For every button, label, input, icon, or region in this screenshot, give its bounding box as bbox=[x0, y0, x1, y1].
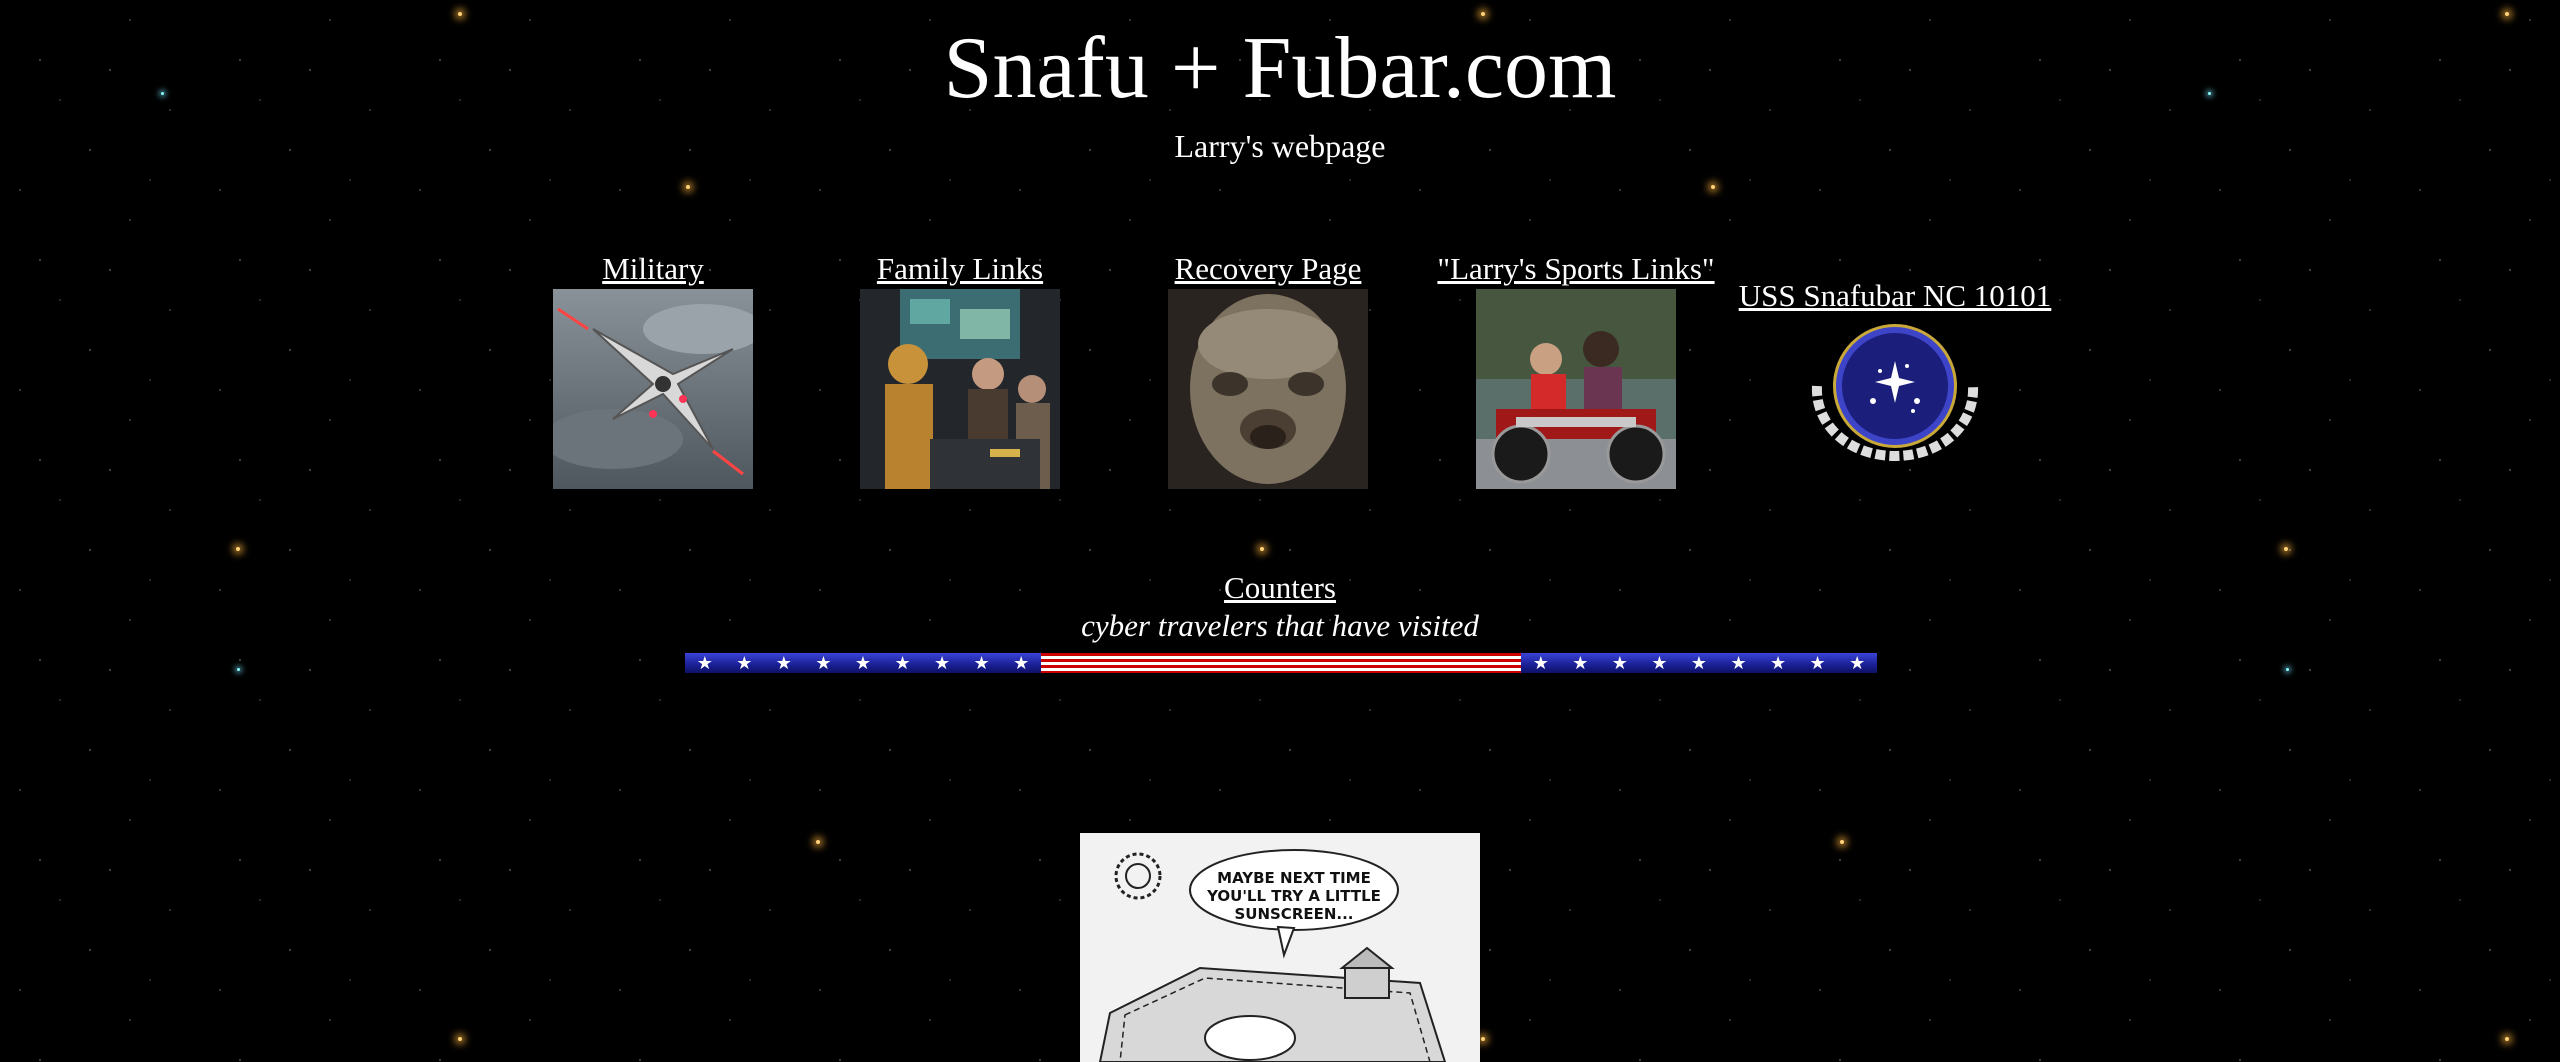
page-subtitle: Larry's webpage bbox=[1174, 128, 1386, 164]
x-wing-fighter-photo[interactable] bbox=[553, 289, 753, 489]
nav-link-recovery-page[interactable]: Recovery Page bbox=[1168, 249, 1368, 289]
star-decoration bbox=[2286, 668, 2289, 671]
counters-caption: cyber travelers that have visited bbox=[1081, 608, 1479, 643]
nav-item-recovery-page[interactable]: Recovery Page bbox=[1168, 249, 1368, 489]
star-decoration bbox=[2505, 1037, 2509, 1041]
star-decoration bbox=[2284, 547, 2288, 551]
nav-item-military[interactable]: Military bbox=[553, 249, 753, 489]
nav-link-military[interactable]: Military bbox=[553, 249, 753, 289]
star-decoration bbox=[1260, 547, 1264, 551]
star-decoration bbox=[686, 185, 690, 189]
nav-item-family-links[interactable]: Family Links bbox=[860, 249, 1060, 489]
nav-link-uss-snafubar[interactable]: USS Snafubar NC 10101 bbox=[1720, 276, 2070, 316]
counters-section: Counters bbox=[0, 568, 2560, 608]
droid-and-crew-photo[interactable] bbox=[860, 289, 1060, 489]
federation-emblem[interactable] bbox=[1795, 316, 1995, 466]
sunscreen-comic: MAYBE NEXT TIME YOU'LL TRY A LITTLE SUNS… bbox=[1080, 833, 1480, 1062]
nav-link-sports-links[interactable]: "Larry's Sports Links" bbox=[1436, 249, 1716, 289]
star-decoration bbox=[1711, 185, 1715, 189]
flag-stars-right: ★ ★ ★ ★ ★ ★ ★ ★ ★ bbox=[1521, 653, 1877, 674]
nav-item-uss-snafubar[interactable]: USS Snafubar NC 10101 bbox=[1720, 276, 2070, 466]
comic-speech-bubble: MAYBE NEXT TIME YOU'LL TRY A LITTLE SUNS… bbox=[1207, 869, 1381, 923]
star-decoration bbox=[1481, 1037, 1485, 1041]
nav-link-family-links[interactable]: Family Links bbox=[860, 249, 1060, 289]
alien-face-photo[interactable] bbox=[1168, 289, 1368, 489]
flag-stars-left: ★ ★ ★ ★ ★ ★ ★ ★ ★ bbox=[685, 653, 1041, 674]
flag-divider-bar: ★ ★ ★ ★ ★ ★ ★ ★ ★ ★ ★ ★ ★ ★ ★ ★ ★ ★ bbox=[685, 653, 1877, 674]
star-decoration bbox=[816, 840, 820, 844]
counters-link[interactable]: Counters bbox=[1224, 570, 1336, 605]
flag-stripes bbox=[1041, 653, 1521, 673]
star-decoration bbox=[458, 1037, 462, 1041]
motorcycle-riders-photo[interactable] bbox=[1476, 289, 1676, 489]
star-decoration bbox=[237, 668, 240, 671]
nav-item-sports-links[interactable]: "Larry's Sports Links" bbox=[1436, 249, 1716, 489]
star-decoration bbox=[236, 547, 240, 551]
star-decoration bbox=[1840, 840, 1844, 844]
page-title: Snafu + Fubar.com bbox=[943, 20, 1617, 117]
